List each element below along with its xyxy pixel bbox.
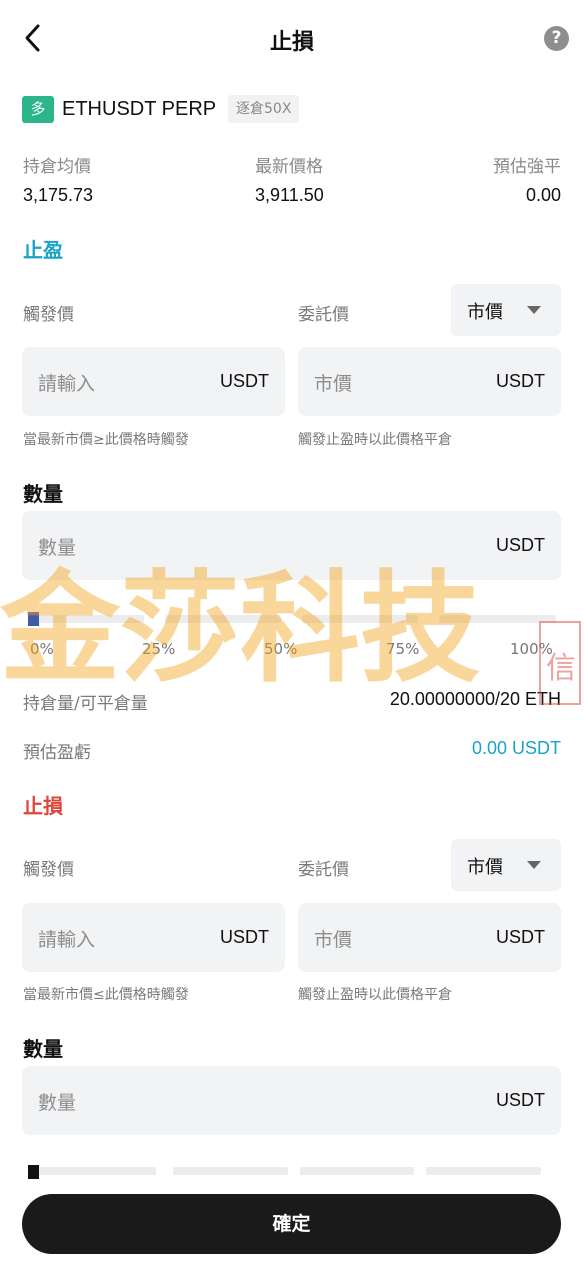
slider-segment bbox=[426, 1167, 541, 1175]
symbol-name: ETHUSDT PERP bbox=[62, 98, 217, 120]
est-pnl-label: 預估盈虧 bbox=[23, 743, 91, 763]
sl-trigger-label: 觸發價 bbox=[23, 860, 74, 880]
margin-leverage-tag: 逐倉50X bbox=[228, 95, 300, 123]
avg-entry-value: 3,175.73 bbox=[23, 185, 94, 205]
slider-segment bbox=[165, 615, 281, 623]
slider-segment bbox=[439, 615, 556, 623]
tp-order-label: 委託價 bbox=[298, 305, 349, 325]
sl-trigger-placeholder: 請輸入 bbox=[38, 929, 96, 951]
stop-loss-title: 止損 bbox=[23, 794, 63, 818]
last-price-label: 最新價格 bbox=[255, 157, 323, 177]
avg-entry-label: 持倉均價 bbox=[23, 157, 91, 177]
liq-price-label: 預估強平 bbox=[493, 157, 561, 177]
liq-price-value: 0.00 bbox=[525, 185, 561, 205]
sl-order-label: 委託價 bbox=[298, 860, 349, 880]
closable-qty-value: 20.00000000/20 ETH bbox=[389, 689, 561, 709]
sl-quantity-input[interactable]: 數量 USDT bbox=[22, 1066, 561, 1135]
confirm-button[interactable]: 確定 bbox=[22, 1194, 561, 1254]
sl-quantity-slider[interactable] bbox=[28, 1163, 548, 1179]
tp-trigger-label: 觸發價 bbox=[23, 305, 74, 325]
sl-quantity-unit: USDT bbox=[496, 1090, 545, 1110]
slider-mark-25[interactable]: 25% bbox=[142, 640, 175, 658]
tp-order-hint: 觸發止盈時以此價格平倉 bbox=[298, 432, 452, 448]
sl-order-hint: 觸發止盈時以此價格平倉 bbox=[298, 987, 452, 1003]
tp-quantity-slider[interactable] bbox=[28, 612, 556, 626]
slider-thumb[interactable] bbox=[28, 1165, 39, 1179]
tp-order-placeholder: 市價 bbox=[314, 373, 353, 395]
tp-trigger-unit: USDT bbox=[220, 371, 269, 391]
closable-qty-label: 持倉量/可平倉量 bbox=[23, 694, 148, 714]
tp-trigger-placeholder: 請輸入 bbox=[38, 373, 96, 395]
sl-order-placeholder: 市價 bbox=[314, 929, 353, 951]
sl-trigger-unit: USDT bbox=[220, 927, 269, 947]
slider-segment bbox=[173, 1167, 288, 1175]
sl-trigger-input[interactable]: 請輸入 USDT bbox=[22, 903, 285, 972]
tp-quantity-input[interactable]: 數量 USDT bbox=[22, 511, 561, 580]
tp-trigger-input[interactable]: 請輸入 USDT bbox=[22, 347, 285, 416]
long-side-badge: 多 bbox=[22, 96, 54, 123]
slider-segment bbox=[302, 615, 418, 623]
tp-quantity-placeholder: 數量 bbox=[38, 537, 77, 559]
slider-thumb[interactable] bbox=[28, 612, 39, 626]
slider-mark-100[interactable]: 100% bbox=[510, 640, 553, 658]
slider-mark-75[interactable]: 75% bbox=[386, 640, 419, 658]
sl-order-type-value: 市價 bbox=[467, 857, 503, 878]
caret-down-icon bbox=[527, 306, 541, 314]
sl-quantity-title: 數量 bbox=[23, 1037, 63, 1061]
last-price-value: 3,911.50 bbox=[255, 185, 324, 205]
watermark-text: 金莎科技 bbox=[0, 560, 480, 699]
tp-quantity-unit: USDT bbox=[496, 535, 545, 555]
slider-mark-0[interactable]: 0% bbox=[30, 640, 54, 658]
slider-segment bbox=[28, 1167, 156, 1175]
tp-order-type-select[interactable]: 市價 bbox=[451, 284, 561, 336]
help-icon[interactable]: ? bbox=[544, 26, 569, 51]
est-pnl-value: 0.00 USDT bbox=[471, 738, 561, 758]
sl-trigger-hint: 當最新市價≤此價格時觸發 bbox=[23, 987, 189, 1003]
sl-order-price-input[interactable]: 市價 USDT bbox=[298, 903, 561, 972]
slider-mark-50[interactable]: 50% bbox=[264, 640, 297, 658]
tp-order-type-value: 市價 bbox=[467, 302, 503, 323]
slider-segment bbox=[28, 615, 144, 623]
page-title: 止損 bbox=[269, 30, 314, 55]
caret-down-icon bbox=[527, 861, 541, 869]
sl-quantity-placeholder: 數量 bbox=[38, 1092, 77, 1114]
slider-segment bbox=[300, 1167, 414, 1175]
sl-order-unit: USDT bbox=[496, 927, 545, 947]
tp-quantity-title: 數量 bbox=[23, 482, 63, 506]
sl-order-type-select[interactable]: 市價 bbox=[451, 839, 561, 891]
tp-order-unit: USDT bbox=[496, 371, 545, 391]
tp-trigger-hint: 當最新市價≥此價格時觸發 bbox=[23, 432, 189, 448]
take-profit-title: 止盈 bbox=[23, 238, 63, 262]
tp-order-price-input[interactable]: 市價 USDT bbox=[298, 347, 561, 416]
watermark-overlay: 金莎科技 信 bbox=[0, 558, 584, 710]
